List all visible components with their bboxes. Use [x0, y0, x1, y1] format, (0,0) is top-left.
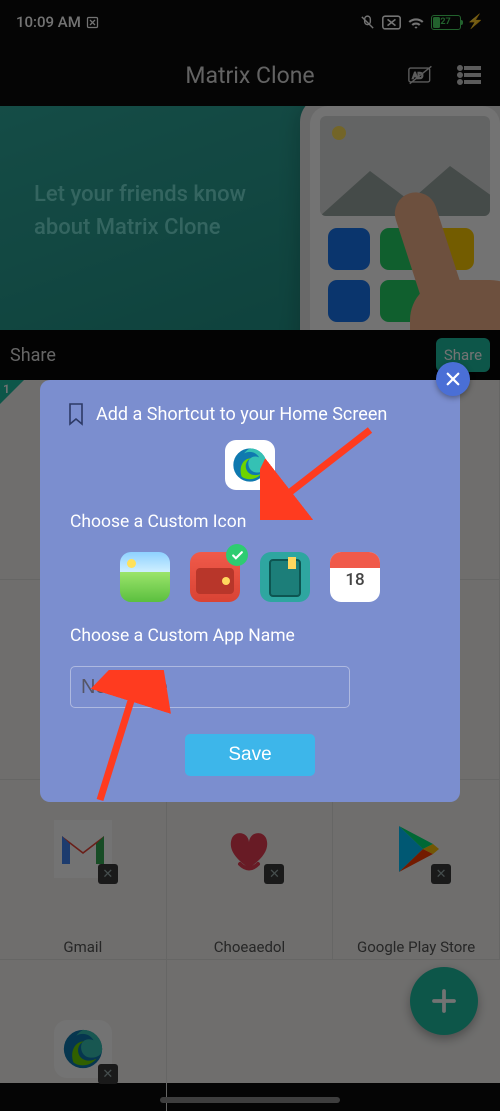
- icon-option-notebook[interactable]: [260, 552, 310, 602]
- close-button[interactable]: [436, 362, 470, 396]
- choose-name-label: Choose a Custom App Name: [70, 626, 434, 646]
- add-shortcut-modal: Add a Shortcut to your Home Screen Choos…: [40, 380, 460, 802]
- icon-option-gallery[interactable]: [120, 552, 170, 602]
- selected-check-icon: [226, 544, 248, 566]
- app-name-input[interactable]: [70, 666, 350, 708]
- save-button[interactable]: Save: [185, 734, 315, 776]
- bookmark-icon: [66, 402, 86, 426]
- icon-option-wallet[interactable]: [190, 552, 240, 602]
- icon-options: 18: [66, 552, 434, 602]
- calendar-day: 18: [330, 570, 380, 590]
- icon-option-calendar[interactable]: 18: [330, 552, 380, 602]
- modal-title: Add a Shortcut to your Home Screen: [66, 402, 434, 426]
- choose-icon-label: Choose a Custom Icon: [70, 512, 434, 532]
- current-app-icon: [225, 440, 275, 490]
